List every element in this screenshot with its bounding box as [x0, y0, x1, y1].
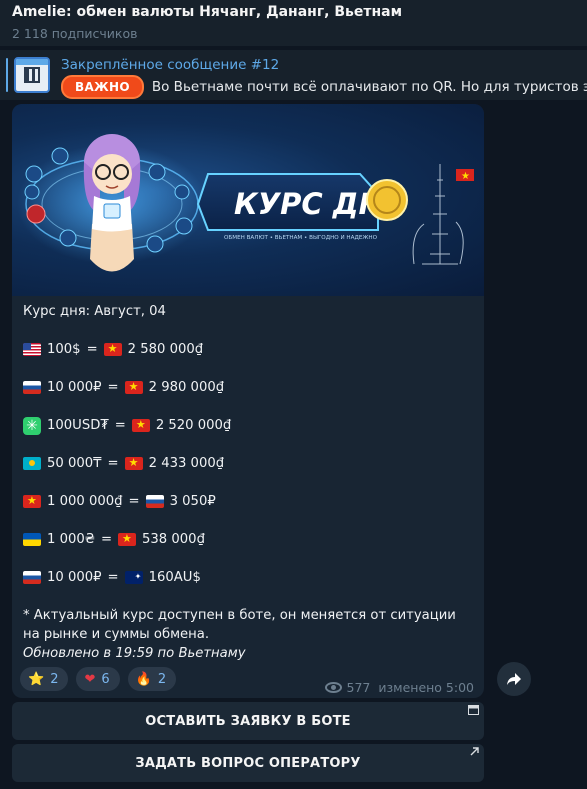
rate-to: 2 580 000₫: [127, 342, 204, 357]
vn-flag-icon: [103, 343, 122, 356]
ask-operator-label: ЗАДАТЬ ВОПРОС ОПЕРАТОРУ: [135, 755, 361, 771]
rate-to: 2 520 000₫: [155, 418, 232, 433]
rate-note: * Актуальный курс доступен в боте, он ме…: [23, 608, 456, 642]
rate-row: 1 000₴ = 538 000₫: [23, 530, 474, 549]
rate-banner-image: КУРС ДНЯ ОБМЕН ВАЛЮТ • ВЬЕТНАМ • ВЫГОДНО…: [12, 104, 484, 296]
pinned-title: Закреплённое сообщение #12: [61, 57, 280, 73]
qr-icon: [24, 67, 40, 83]
rate-header: Курс дня: Август, 04: [23, 304, 166, 319]
reaction-count: 2: [157, 671, 167, 687]
rate-row: 10 000₽ = 160AU$: [23, 568, 474, 587]
vn-flag-icon: [124, 457, 143, 470]
coin-usdt: [148, 163, 166, 181]
pinned-indicator: [6, 58, 8, 92]
channel-title: Amelie: обмен валюты Нячанг, Дананг, Вье…: [12, 4, 403, 20]
coin-usd: [51, 147, 69, 165]
rate-to: 2 433 000₫: [148, 456, 225, 471]
rate-to: 160AU$: [148, 570, 201, 585]
external-link-icon: [470, 747, 479, 759]
rate-row: 50 000₸ = 2 433 000₫: [23, 454, 474, 473]
web-app-icon: [468, 705, 479, 718]
rate-from: 50 000₸: [47, 456, 102, 471]
coin-kzt: [59, 229, 77, 247]
updated-time: Обновлено в 19:59 по Вьетнаму: [23, 646, 246, 661]
message-text: Курс дня: Август, 04 100$ = 2 580 000₫ 1…: [23, 302, 474, 663]
coin-cny: [146, 235, 164, 253]
kz-flag-icon: [23, 457, 41, 470]
coin-vnd: [26, 204, 46, 224]
rate-from: 1 000₴: [47, 532, 95, 547]
rate-from: 100USD₮: [47, 418, 109, 433]
coin-krw: [174, 184, 190, 200]
heart-icon: ❤: [84, 671, 96, 687]
subscriber-count: 2 118 подписчиков: [12, 26, 138, 41]
banner-tagline: ОБМЕН ВАЛЮТ • ВЬЕТНАМ • ВЫГОДНО И НАДЕЖН…: [224, 235, 378, 241]
us-flag-icon: [23, 343, 41, 356]
leave-request-label: ОСТАВИТЬ ЗАЯВКУ В БОТЕ: [145, 713, 351, 729]
view-count: 577: [346, 680, 371, 695]
vn-flag-icon: [124, 381, 143, 394]
edited-time: изменено 5:00: [378, 680, 474, 695]
rate-from: 10 000₽: [47, 570, 102, 585]
rate-to: 3 050₽: [169, 494, 216, 509]
fire-icon: 🔥: [135, 671, 152, 687]
ru-flag-icon: [145, 495, 164, 508]
rate-row: ✳ 100USD₮ = 2 520 000₫: [23, 416, 474, 435]
message-bubble: КУРС ДНЯ ОБМЕН ВАЛЮТ • ВЬЕТНАМ • ВЫГОДНО…: [12, 104, 484, 698]
pinned-message-bar[interactable]: Закреплённое сообщение #12 ВАЖНО Во Вьет…: [0, 50, 587, 100]
pinned-preview-text: Во Вьетнаме почти всё оплачивают по QR. …: [151, 79, 587, 95]
svg-text:★: ★: [461, 171, 470, 182]
rate-from: 10 000₽: [47, 380, 102, 395]
rate-row: 10 000₽ = 2 980 000₫: [23, 378, 474, 397]
channel-header[interactable]: Amelie: обмен валюты Нячанг, Дананг, Вье…: [0, 0, 587, 46]
rate-to: 538 000₫: [142, 532, 205, 547]
ru-flag-icon: [23, 381, 41, 394]
rate-row: 100$ = 2 580 000₫: [23, 340, 474, 359]
tether-icon: ✳: [23, 416, 41, 435]
reaction-fire[interactable]: 🔥 2: [127, 667, 177, 691]
share-arrow-icon: [507, 673, 521, 685]
rate-from: 100$: [47, 342, 81, 357]
au-flag-icon: [124, 571, 143, 584]
vn-flag-icon: [118, 533, 137, 546]
leave-request-button[interactable]: ОСТАВИТЬ ЗАЯВКУ В БОТЕ: [12, 702, 484, 740]
coin-eur: [25, 165, 43, 183]
mascot-illustration: [83, 134, 141, 272]
share-button[interactable]: [497, 662, 531, 696]
rate-to: 2 980 000₫: [148, 380, 225, 395]
ask-operator-button[interactable]: ЗАДАТЬ ВОПРОС ОПЕРАТОРУ: [12, 744, 484, 782]
rate-row: 1 000 000₫ = 3 050₽: [23, 492, 474, 511]
rate-from: 1 000 000₫: [47, 494, 123, 509]
message-meta: 577 изменено 5:00: [324, 680, 474, 695]
pagoda-illustration: [412, 164, 464, 265]
coin-rub: [24, 184, 40, 200]
reaction-star[interactable]: ⭐ 2: [20, 667, 69, 691]
ru-flag-icon: [23, 571, 41, 584]
vn-flag-icon: [131, 419, 150, 432]
star-icon: ⭐: [28, 671, 45, 687]
coin-sgd: [175, 217, 193, 235]
reaction-count: 2: [50, 671, 59, 687]
pinned-thumbnail: [14, 57, 50, 93]
ua-flag-icon: [23, 533, 41, 546]
reaction-count: 6: [101, 671, 110, 687]
important-badge: ВАЖНО: [61, 75, 144, 99]
reactions-bar: ⭐ 2 ❤ 6 🔥 2: [20, 667, 177, 691]
vn-flag-icon: [23, 495, 41, 508]
reaction-heart[interactable]: ❤ 6: [76, 667, 120, 691]
eye-icon: [324, 682, 342, 693]
